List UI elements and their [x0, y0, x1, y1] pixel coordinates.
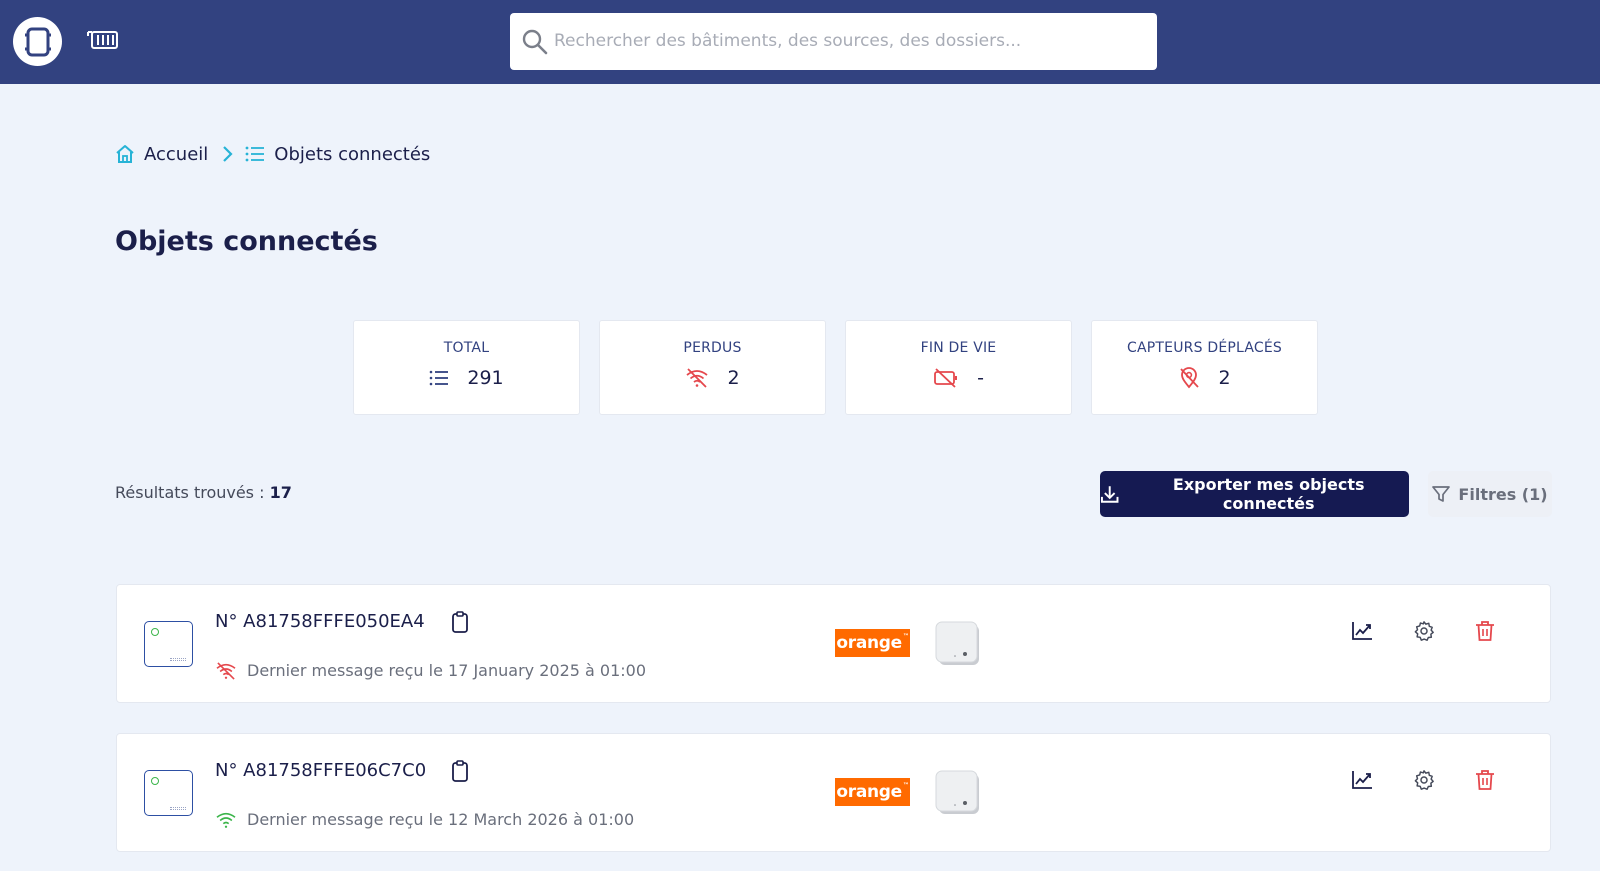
search-input[interactable] [554, 23, 1144, 59]
operator-logo: orange ™ [835, 778, 910, 806]
sensor-device-icon [144, 770, 193, 816]
results-count: Résultats trouvés : 17 [115, 483, 292, 502]
delete-button[interactable] [1470, 765, 1500, 795]
stat-card-lost[interactable]: PERDUS 2 [599, 320, 826, 415]
list-icon [430, 370, 449, 386]
device-card[interactable]: N° A81758FFFE06C7C0 Dernier message reçu… [116, 733, 1551, 852]
operator-trademark: ™ [902, 633, 909, 640]
breadcrumb: Accueil Objets connectés [115, 141, 430, 167]
wifi-off-icon [686, 368, 709, 388]
stat-value: - [977, 367, 984, 389]
device-last-message: Dernier message reçu le 17 January 2025 … [215, 661, 646, 680]
stat-label: TOTAL [443, 340, 490, 356]
gear-icon [1414, 770, 1434, 790]
top-bar [0, 0, 1600, 84]
breadcrumb-current[interactable]: Objets connectés [245, 144, 430, 165]
operator-name: orange [836, 633, 902, 653]
battery-off-icon [934, 368, 958, 388]
results-label: Résultats trouvés : [115, 483, 270, 502]
stat-card-end-of-life[interactable]: FIN DE VIE - [845, 320, 1072, 415]
device-photo [935, 770, 979, 814]
stat-label: CAPTEURS DÉPLACÉS [1127, 340, 1282, 356]
filter-button[interactable]: Filtres (1) [1428, 471, 1552, 517]
results-number: 17 [269, 483, 292, 502]
filter-icon [1432, 486, 1451, 502]
export-button-label: Exporter mes objects connectés [1172, 475, 1365, 513]
clipboard-icon[interactable] [450, 760, 470, 782]
search-bar [510, 13, 1157, 70]
page-title: Objets connectés [115, 226, 378, 257]
list-icon [245, 146, 265, 162]
chart-line-icon [1352, 771, 1372, 789]
meter-logo-icon [24, 27, 51, 56]
stat-card-moved-sensors[interactable]: CAPTEURS DÉPLACÉS 2 [1091, 320, 1318, 415]
clipboard-icon[interactable] [450, 611, 470, 633]
device-card[interactable]: N° A81758FFFE050EA4 Dernier message reçu… [116, 584, 1551, 703]
search-icon [522, 29, 548, 55]
operator-name: orange [836, 782, 902, 802]
filter-button-label: Filtres (1) [1458, 484, 1548, 504]
device-serial: N° A81758FFFE050EA4 [215, 611, 425, 632]
stat-card-total[interactable]: TOTAL 291 [353, 320, 580, 415]
stat-value: 291 [467, 367, 504, 389]
chart-button[interactable] [1347, 616, 1377, 646]
home-icon [116, 145, 134, 163]
stat-label: PERDUS [683, 340, 742, 356]
meter-icon [87, 31, 118, 49]
breadcrumb-home-label: Accueil [144, 143, 209, 165]
stat-label: FIN DE VIE [920, 340, 997, 356]
last-message-text: Dernier message reçu le 17 January 2025 … [247, 661, 647, 680]
sensor-device-icon [144, 621, 193, 667]
operator-logo: orange ™ [835, 629, 910, 657]
trash-icon [1476, 770, 1494, 790]
operator-trademark: ™ [902, 782, 909, 789]
device-last-message: Dernier message reçu le 12 March 2026 à … [215, 810, 634, 829]
stat-value: 2 [1218, 367, 1231, 389]
gear-icon [1414, 621, 1434, 641]
meter-button[interactable] [86, 26, 120, 54]
trash-icon [1476, 621, 1494, 641]
wifi-icon [216, 812, 236, 828]
device-photo [935, 621, 979, 665]
device-serial: N° A81758FFFE06C7C0 [215, 760, 427, 781]
chevron-right-icon [221, 145, 233, 163]
chart-line-icon [1352, 622, 1372, 640]
settings-button[interactable] [1409, 765, 1439, 795]
download-icon [1100, 486, 1119, 503]
stat-value: 2 [727, 367, 740, 389]
breadcrumb-home[interactable]: Accueil [115, 144, 208, 165]
export-button[interactable]: Exporter mes objects connectés [1100, 471, 1409, 517]
app-logo[interactable] [13, 17, 62, 66]
chart-button[interactable] [1347, 765, 1377, 795]
wifi-off-icon [216, 661, 236, 680]
delete-button[interactable] [1470, 616, 1500, 646]
location-off-icon [1180, 367, 1200, 389]
settings-button[interactable] [1409, 616, 1439, 646]
breadcrumb-current-label: Objets connectés [274, 143, 431, 165]
last-message-text: Dernier message reçu le 12 March 2026 à … [247, 810, 635, 829]
